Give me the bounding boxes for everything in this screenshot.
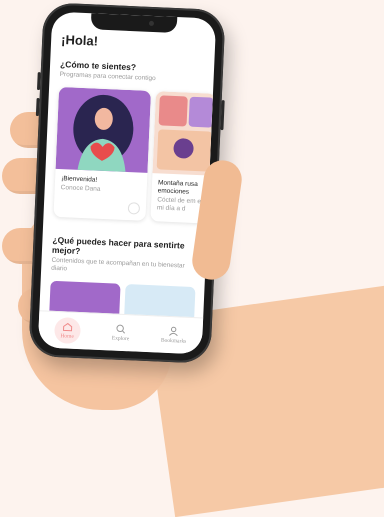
tab-bar: Home Explore Bookmarks (37, 310, 204, 355)
content-tile[interactable] (123, 283, 196, 319)
home-icon (62, 322, 73, 331)
tab-bookmarks-label: Bookmarks (160, 337, 187, 345)
camera-icon (148, 20, 155, 27)
emotions-collage-illustration (156, 95, 214, 172)
phone: ¡Hola! ¿Cómo te sientes? Programas para … (28, 2, 226, 364)
power-button (220, 100, 225, 131)
card-illustration (152, 91, 216, 176)
volume-up-button (36, 72, 41, 91)
volume-down-button (35, 97, 40, 117)
tab-bookmarks[interactable]: Bookmarks (161, 326, 187, 345)
home-tab-highlight: Home (53, 316, 81, 345)
tab-home[interactable]: Home (53, 316, 81, 345)
tab-explore[interactable]: Explore (112, 323, 130, 342)
tab-home-label: Home (60, 332, 74, 340)
main-content: ¡Hola! ¿Cómo te sientes? Programas para … (39, 12, 216, 319)
page-title: ¡Hola! (60, 32, 99, 49)
card-illustration (55, 86, 152, 173)
phone-screen: ¡Hola! ¿Cómo te sientes? Programas para … (37, 11, 217, 355)
program-cards: ¡Bienvenida! Conoce Dana Montaña rusa em… (53, 86, 216, 224)
woman-heart-illustration (73, 94, 134, 172)
search-icon (116, 324, 126, 334)
progress-ring (127, 202, 141, 215)
program-card-welcome[interactable]: ¡Bienvenida! Conoce Dana (53, 86, 152, 221)
user-icon (169, 326, 179, 337)
tab-explore-label: Explore (111, 335, 130, 343)
card-title: Montaña rusa emociones (157, 179, 198, 196)
